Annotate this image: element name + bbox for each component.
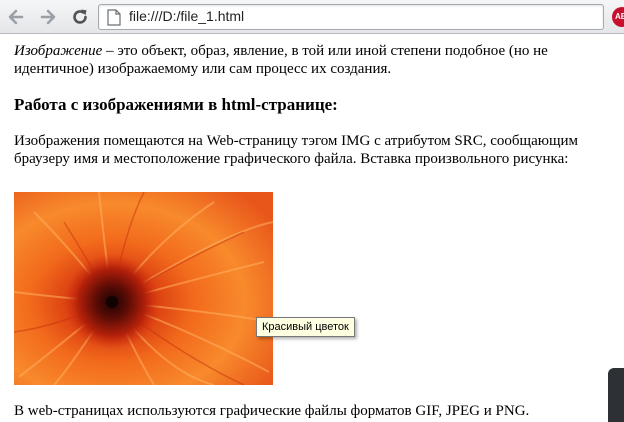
reload-button[interactable]	[68, 5, 92, 29]
arrow-left-icon	[8, 9, 24, 25]
image-tooltip: Красивый цветок	[256, 317, 355, 337]
flower-image[interactable]	[14, 192, 273, 385]
intro-term: Изображение	[14, 43, 103, 59]
browser-toolbar: file:///D:/file_1.html ABP	[0, 0, 624, 34]
forward-button[interactable]	[36, 5, 60, 29]
section-heading: Работа с изображениями в html-странице:	[14, 95, 338, 114]
browser-window: file:///D:/file_1.html ABP Изображение –…	[0, 0, 624, 422]
address-bar[interactable]: file:///D:/file_1.html	[98, 4, 604, 30]
back-button[interactable]	[4, 5, 28, 29]
url-text: file:///D:/file_1.html	[129, 8, 245, 24]
arrow-right-icon	[40, 9, 56, 25]
scrollbar-thumb[interactable]	[608, 368, 624, 422]
page-icon	[107, 9, 121, 26]
reload-icon	[73, 9, 87, 24]
formats-paragraph: В web-страницах используются графические…	[14, 403, 530, 419]
extension-label: ABP	[615, 12, 624, 21]
adblock-extension-icon[interactable]: ABP	[612, 7, 624, 27]
page-content: Изображение – это объект, образ, явление…	[14, 34, 620, 168]
img-tag-paragraph: Изображения помещаются на Web-страницу т…	[14, 133, 579, 167]
intro-paragraph: Изображение – это объект, образ, явление…	[14, 42, 620, 78]
chrysanthemum-picture	[14, 192, 273, 385]
